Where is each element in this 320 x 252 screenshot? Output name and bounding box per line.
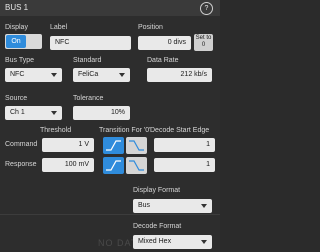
standard-select[interactable]: FeliCa: [73, 68, 130, 82]
display-toggle[interactable]: On: [5, 34, 42, 49]
command-decode-start-input[interactable]: 1: [154, 138, 215, 152]
data-rate-label: Data Rate: [147, 57, 179, 64]
display-format-label: Display Format: [133, 187, 181, 194]
rising-edge-icon: [106, 140, 121, 151]
threshold-header: Threshold: [40, 127, 72, 134]
falling-edge-icon: [129, 140, 144, 151]
position-input[interactable]: 0 divs: [138, 36, 191, 50]
label-input[interactable]: NFC: [50, 36, 131, 50]
response-rising-edge-button[interactable]: [103, 157, 124, 174]
bus-config-panel: BUS 1 ? Display On Label NFC Position 0 …: [0, 0, 220, 252]
help-icon[interactable]: ?: [200, 2, 213, 15]
response-decode-start-input[interactable]: 1: [154, 158, 215, 172]
display-toggle-on: On: [6, 35, 26, 48]
title-bar: BUS 1 ?: [0, 0, 220, 16]
tolerance-input[interactable]: 10%: [73, 106, 130, 120]
command-falling-edge-button[interactable]: [126, 137, 147, 154]
command-rising-edge-button[interactable]: [103, 137, 124, 154]
decode-format-label: Decode Format: [133, 223, 182, 230]
response-threshold-input[interactable]: 100 mV: [42, 158, 94, 172]
source-label: Source: [5, 95, 28, 102]
bus-type-label: Bus Type: [5, 57, 35, 64]
falling-edge-icon: [129, 160, 144, 171]
display-label: Display: [5, 24, 28, 31]
window-title: BUS 1: [5, 3, 29, 12]
response-label: Response: [5, 161, 37, 168]
label-label: Label: [50, 24, 68, 31]
set-to-zero-button[interactable]: Set to 0: [194, 34, 213, 51]
decode-format-select[interactable]: Mixed Hex: [133, 235, 212, 249]
rising-edge-icon: [106, 160, 121, 171]
transition-header: Transition For '0': [99, 127, 151, 134]
command-threshold-input[interactable]: 1 V: [42, 138, 94, 152]
divider: [0, 214, 220, 215]
response-falling-edge-button[interactable]: [126, 157, 147, 174]
bus-type-select[interactable]: NFC: [5, 68, 62, 82]
standard-label: Standard: [73, 57, 102, 64]
data-rate-input[interactable]: 212 kb/s: [147, 68, 212, 82]
tolerance-label: Tolerance: [73, 95, 104, 102]
source-select[interactable]: Ch 1: [5, 106, 62, 120]
display-format-select[interactable]: Bus: [133, 199, 212, 213]
position-label: Position: [138, 24, 163, 31]
command-label: Command: [5, 141, 38, 148]
decode-start-header: Decode Start Edge: [150, 127, 210, 134]
